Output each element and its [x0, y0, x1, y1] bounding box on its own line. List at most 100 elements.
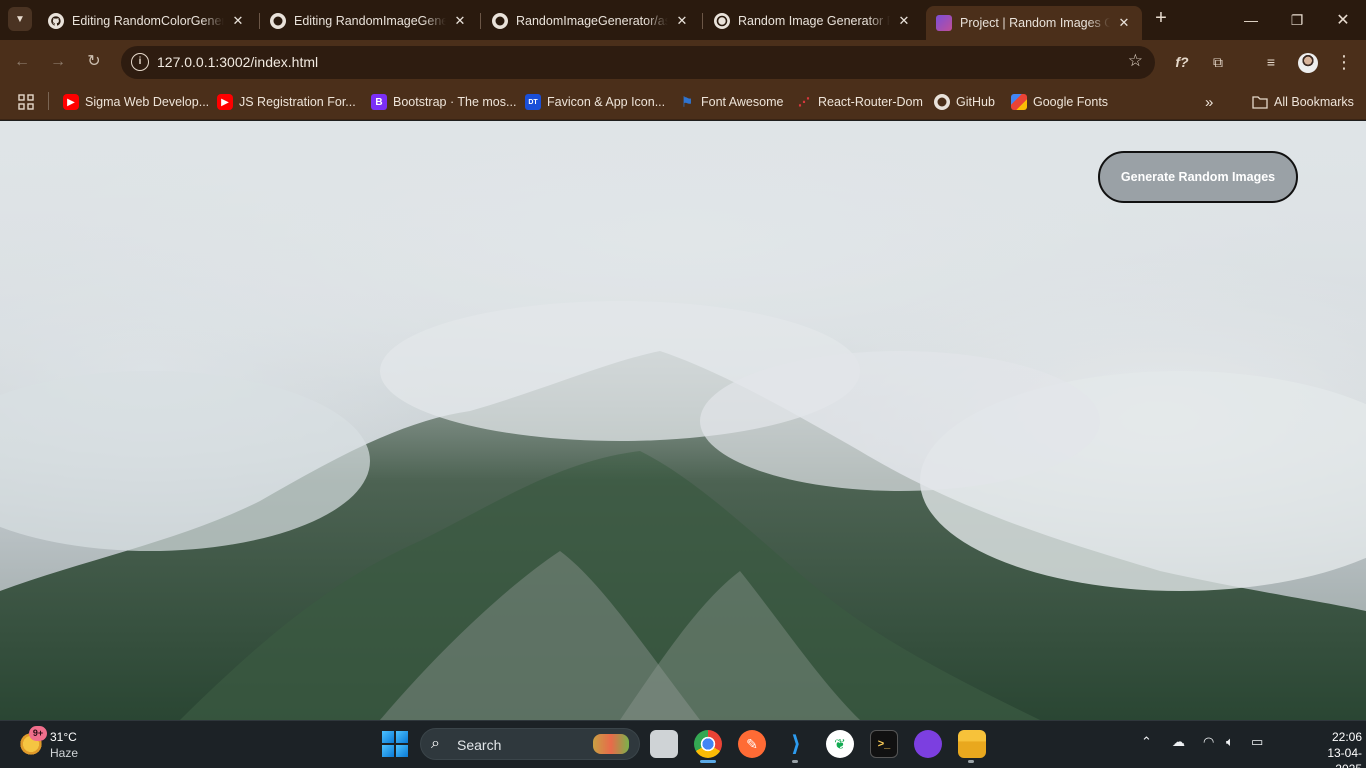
- apps-grid-icon[interactable]: [18, 92, 34, 112]
- bookmark-label: Google Fonts: [1033, 95, 1109, 109]
- menu-dots-icon[interactable]: ⋮: [1334, 52, 1354, 72]
- battery-icon[interactable]: ▭: [1251, 734, 1263, 750]
- windows-taskbar: [0, 720, 1366, 768]
- bookmark-js-registration[interactable]: ▶ JS Registration For...: [217, 92, 356, 112]
- tab-title: Project | Random Images Generator: [960, 16, 1110, 30]
- bookmark-react-router[interactable]: ⋰ React-Router-Dom: [796, 92, 923, 112]
- github-icon: [48, 13, 64, 29]
- windows-start-icon[interactable]: [382, 731, 408, 757]
- tab-5-active[interactable]: Project | Random Images Generator ✕: [926, 6, 1142, 40]
- bookmark-label: React-Router-Dom: [818, 95, 923, 109]
- tab-search-button[interactable]: ▼: [8, 7, 32, 31]
- restore-button[interactable]: ❐: [1274, 0, 1320, 40]
- extensions-icon[interactable]: ⧉: [1208, 52, 1228, 72]
- github-icon: [270, 13, 286, 29]
- tab-title: Editing RandomColorGenerator: [72, 14, 224, 28]
- bookmark-font-awesome[interactable]: ⚑ Font Awesome: [679, 92, 784, 112]
- tab-4[interactable]: Random Image Generator R ✕: [704, 6, 922, 36]
- browser-toolbar: ← → ↻ i 127.0.0.1:3002/index.html ☆ f? ⧉…: [0, 40, 1366, 84]
- close-window-button[interactable]: ✕: [1320, 0, 1366, 40]
- youtube-icon: ▶: [217, 94, 233, 110]
- notification-badge: 9+: [29, 726, 47, 741]
- chrome-icon[interactable]: [694, 730, 722, 758]
- tab-divider: [480, 13, 481, 29]
- close-icon[interactable]: ✕: [896, 13, 912, 29]
- mongodb-icon[interactable]: ❦: [826, 730, 854, 758]
- youtube-icon: ▶: [63, 94, 79, 110]
- tray-chevron-up-icon[interactable]: ⌃: [1141, 734, 1152, 750]
- react-router-icon: ⋰: [798, 95, 810, 109]
- weather-widget[interactable]: 9+ 31°C Haze: [16, 726, 96, 762]
- bookmark-github[interactable]: GitHub: [934, 92, 995, 112]
- site-info-icon[interactable]: i: [131, 53, 149, 71]
- weather-temperature: 31°C: [50, 730, 77, 744]
- tab-title: Editing RandomImageGenerator: [294, 14, 446, 28]
- tab-3[interactable]: RandomImageGenerator/assets ✕: [482, 6, 700, 36]
- address-bar[interactable]: i 127.0.0.1:3002/index.html ☆: [121, 46, 1155, 79]
- close-icon[interactable]: ✕: [452, 13, 468, 29]
- tab-2[interactable]: Editing RandomImageGenerator ✕: [260, 6, 478, 36]
- file-explorer-icon[interactable]: [958, 730, 986, 758]
- minimize-button[interactable]: —: [1228, 0, 1274, 40]
- volume-icon[interactable]: 🔈︎: [1226, 734, 1234, 750]
- clock-time: 22:06: [1331, 730, 1362, 744]
- bookmark-bootstrap[interactable]: B Bootstrap · The mos...: [371, 92, 516, 112]
- tab-divider: [702, 13, 703, 29]
- bookmarks-bar: ▶ Sigma Web Develop... ▶ JS Registration…: [0, 84, 1366, 120]
- profile-avatar[interactable]: [1298, 53, 1318, 73]
- favicon-tool-icon: DT: [525, 94, 541, 110]
- bootstrap-icon: B: [371, 94, 387, 110]
- media-controls-icon[interactable]: ≡: [1261, 52, 1281, 72]
- github-icon: [934, 94, 950, 110]
- running-app-indicator: [792, 760, 798, 763]
- close-icon[interactable]: ✕: [674, 13, 690, 29]
- close-icon[interactable]: ✕: [1116, 15, 1132, 31]
- active-app-indicator: [700, 760, 716, 763]
- search-label: Search: [457, 737, 502, 753]
- onedrive-cloud-icon[interactable]: ☁: [1172, 734, 1185, 750]
- bookmark-label: Favicon & App Icon...: [547, 95, 666, 109]
- forward-button[interactable]: →: [46, 50, 70, 74]
- weather-condition: Haze: [50, 746, 79, 760]
- bookmark-label: Sigma Web Develop...: [85, 95, 210, 109]
- postman-icon[interactable]: ✎: [738, 730, 766, 758]
- back-button[interactable]: ←: [10, 50, 34, 74]
- url-text[interactable]: 127.0.0.1:3002/index.html: [157, 54, 318, 70]
- task-view-icon[interactable]: [650, 730, 678, 758]
- running-app-indicator: [968, 760, 974, 763]
- terminal-icon[interactable]: >_: [870, 730, 898, 758]
- random-image-background: [0, 121, 1366, 720]
- reload-button[interactable]: ↻: [82, 50, 106, 74]
- bookmark-star-icon[interactable]: ☆: [1128, 51, 1143, 71]
- bookmark-favicon[interactable]: DT Favicon & App Icon...: [525, 92, 665, 112]
- taskbar-search-box[interactable]: ⌕ Search: [420, 728, 640, 760]
- bookmark-sigma[interactable]: ▶ Sigma Web Develop...: [63, 92, 209, 112]
- fontanello-extension-icon[interactable]: f?: [1172, 52, 1192, 72]
- search-highlight-icon: [593, 734, 629, 754]
- project-icon: [936, 15, 952, 31]
- bookmark-label: JS Registration For...: [239, 95, 356, 109]
- google-fonts-icon: [1011, 94, 1027, 110]
- github-icon: [492, 13, 508, 29]
- system-clock[interactable]: 22:06 13-04-2025: [1302, 729, 1362, 768]
- search-icon: ⌕: [431, 735, 440, 752]
- tab-strip: ▼ Editing RandomColorGenerator ✕ Editing…: [0, 0, 1366, 40]
- clock-date: 13-04-2025: [1327, 746, 1362, 768]
- new-tab-button[interactable]: +: [1150, 8, 1172, 30]
- folder-icon: [1252, 94, 1268, 110]
- close-icon[interactable]: ✕: [230, 13, 246, 29]
- chatgpt-icon: [714, 13, 730, 29]
- generate-random-images-button[interactable]: Generate Random Images: [1098, 151, 1298, 203]
- bookmarks-overflow-chevron-icon[interactable]: »: [1205, 92, 1213, 112]
- bookmark-label: GitHub: [956, 95, 995, 109]
- bookmark-google-fonts[interactable]: Google Fonts: [1011, 92, 1108, 112]
- github-desktop-icon[interactable]: [914, 730, 942, 758]
- wifi-icon[interactable]: ◠: [1203, 734, 1214, 750]
- vscode-icon[interactable]: ⟩: [782, 730, 810, 758]
- mountain-landscape-image: [0, 121, 1366, 720]
- all-bookmarks-folder[interactable]: All Bookmarks: [1252, 92, 1354, 112]
- bookmarks-divider: [48, 92, 49, 110]
- tab-1[interactable]: Editing RandomColorGenerator ✕: [38, 6, 256, 36]
- bookmark-label: All Bookmarks: [1274, 95, 1354, 109]
- tab-title: Random Image Generator R: [738, 14, 890, 28]
